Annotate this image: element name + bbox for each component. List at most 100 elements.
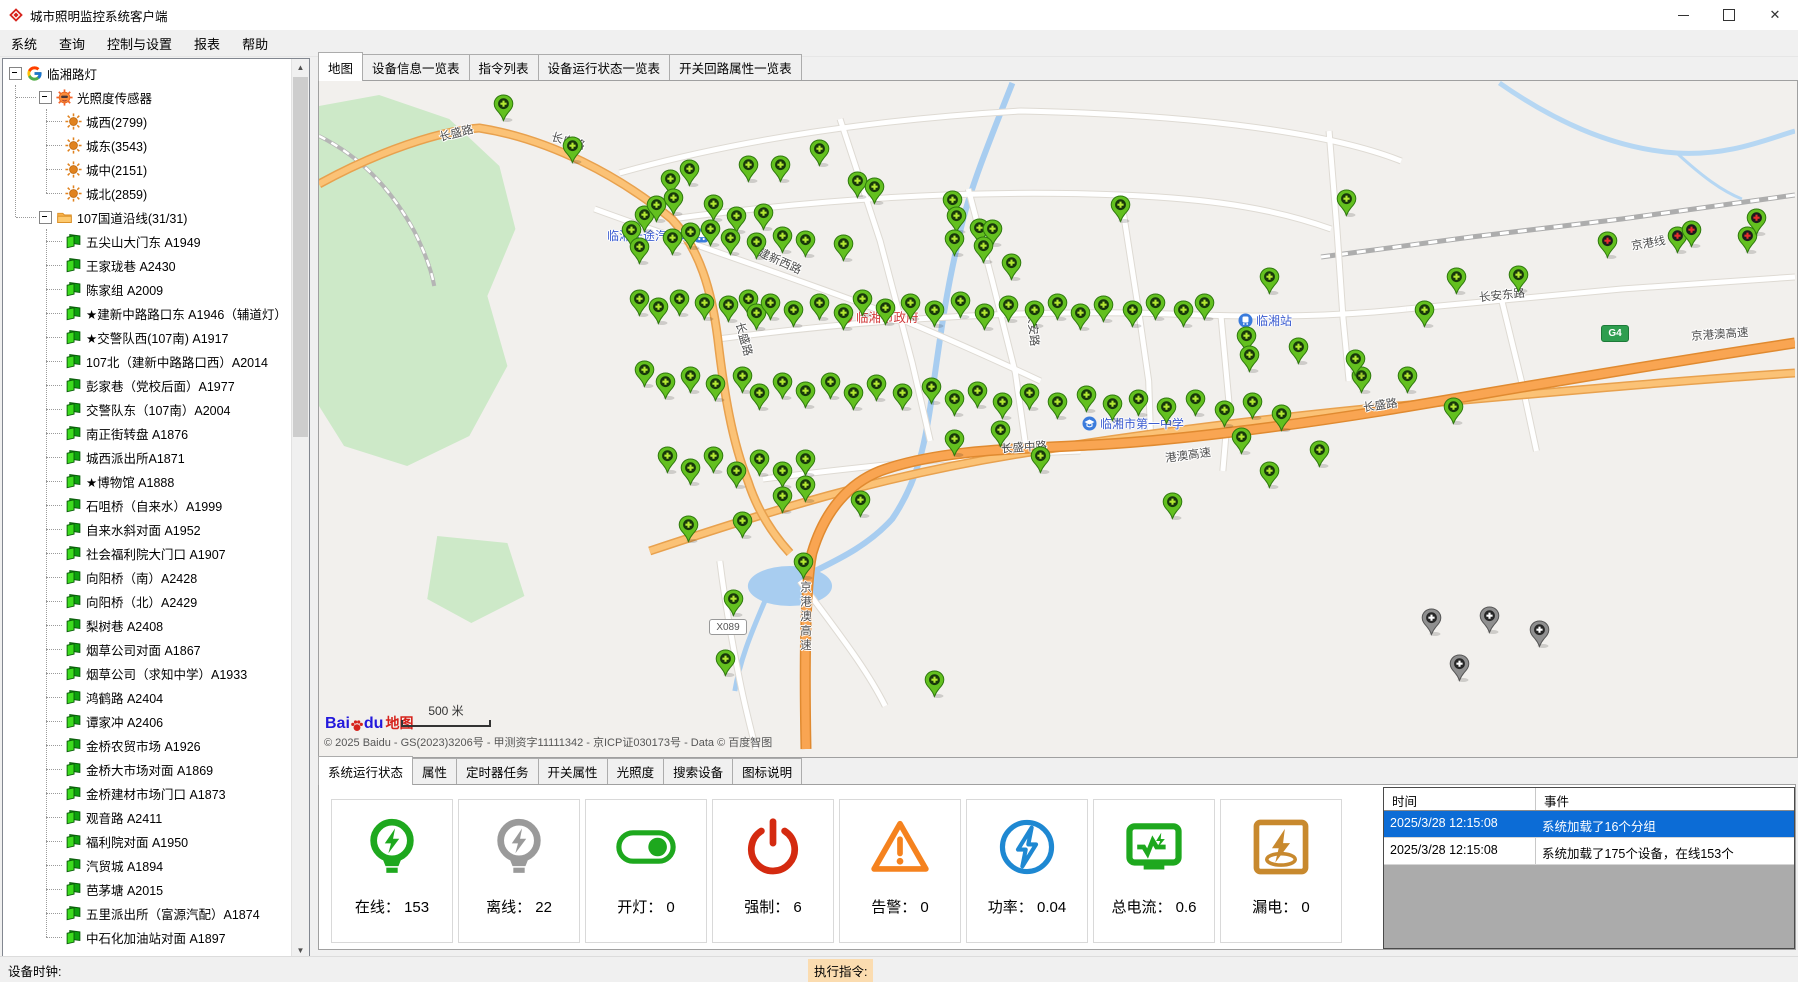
collapse-toggle-icon[interactable] [9,67,22,80]
tree-root-item[interactable]: 临湘路灯 [9,61,292,85]
map-pin-green[interactable] [1076,385,1097,413]
map-pin-green[interactable] [634,360,655,388]
tree-device-item[interactable]: 陈家组 A2009 [46,277,292,301]
map-pin-green[interactable] [680,458,701,486]
tree-device-item[interactable]: 汽贸城 A1894 [46,853,292,877]
tree-device-item[interactable]: 芭茅塘 A2015 [46,877,292,901]
map-pin-green[interactable] [944,429,965,457]
map-pin-gray[interactable] [1479,606,1500,634]
map-pin-green[interactable] [655,372,676,400]
map-pin-green[interactable] [973,236,994,264]
minimize-button[interactable] [1660,0,1706,30]
map-pin-green[interactable] [760,293,781,321]
map-pin-gray[interactable] [1529,620,1550,648]
tree-device-item[interactable]: 自来水斜对面 A1952 [46,517,292,541]
map-pin-green[interactable] [705,374,726,402]
map-pin-green[interactable] [1397,366,1418,394]
collapse-toggle-icon[interactable] [39,91,52,104]
map-pin-green[interactable] [900,293,921,321]
maximize-button[interactable] [1706,0,1752,30]
map-pin-green[interactable] [1271,404,1292,432]
map-pin-green[interactable] [793,552,814,580]
map-pin-green[interactable] [663,188,684,216]
map-pin-green[interactable] [1446,267,1467,295]
map-pin-green[interactable] [1030,446,1051,474]
map-pin-green[interactable] [974,303,995,331]
map-pin-green[interactable] [1214,400,1235,428]
map-tab-2[interactable]: 指令列表 [469,54,539,81]
map-pin-green[interactable] [723,589,744,617]
map-pin-green[interactable] [833,303,854,331]
map-pin-green[interactable] [1019,383,1040,411]
map-canvas[interactable]: 长盛路长白路建新西路长盛路长安路长盛中路长盛路长安东路京港线京港澳高速港澳高速京… [319,81,1795,755]
map-pin-green[interactable] [1259,267,1280,295]
map-pin-green[interactable] [679,159,700,187]
map-pin-green[interactable] [1070,303,1091,331]
tree-device-item[interactable]: ★建新中路路口东 A1946（辅道灯） [46,301,292,325]
map-pin-green[interactable] [820,372,841,400]
close-button[interactable]: ✕ [1752,0,1798,30]
map-pin-green[interactable] [562,136,583,164]
map-pin-green[interactable] [833,234,854,262]
map-tab-3[interactable]: 设备运行状态一览表 [538,54,671,81]
tree-device-item[interactable]: 石咀桥（自来水）A1999 [46,493,292,517]
map-pin-green[interactable] [770,155,791,183]
map-pin-green[interactable] [1288,337,1309,365]
tree-device-item[interactable]: 观音路 A2411 [46,805,292,829]
tree-device-item[interactable]: 福利院对面 A1950 [46,829,292,853]
map-pin-green[interactable] [1128,389,1149,417]
map-pin-green[interactable] [746,232,767,260]
map-pin-green[interactable] [924,670,945,698]
tree-device-item[interactable]: 金桥建材市场门口 A1873 [46,781,292,805]
bottom-tab-1[interactable]: 属性 [412,758,457,785]
map-pin-green[interactable] [1194,293,1215,321]
map-pin-green[interactable] [795,449,816,477]
event-log-row[interactable]: 2025/3/28 12:15:08系统加载了175个设备，在线153个 [1384,838,1794,865]
map-pin-green[interactable] [1001,253,1022,281]
map-pin-green[interactable] [772,372,793,400]
map-pin-green[interactable] [772,461,793,489]
map-pin-green[interactable] [809,293,830,321]
map-pin-green[interactable] [749,383,770,411]
map-pin-red-plus[interactable] [1681,220,1702,248]
map-pin-green[interactable] [1508,265,1529,293]
map-pin-green[interactable] [990,420,1011,448]
bottom-tab-4[interactable]: 光照度 [607,758,665,785]
tree-device-item[interactable]: 向阳桥（南）A2428 [46,565,292,589]
tree-device-item[interactable]: ★交警队西(107南) A1917 [46,325,292,349]
bottom-tab-2[interactable]: 定时器任务 [456,758,539,785]
map-pin-green[interactable] [680,366,701,394]
map-pin-green[interactable] [720,228,741,256]
tree-device-item[interactable]: 梨树巷 A2408 [46,613,292,637]
map-pin-green[interactable] [772,226,793,254]
scrollbar-thumb[interactable] [293,77,308,437]
map-pin-green[interactable] [875,298,896,326]
menu-item[interactable]: 查询 [48,30,96,57]
tree-device-item[interactable]: 城中(2151) [46,157,292,181]
map-tab-4[interactable]: 开关回路属性一览表 [669,54,802,81]
map-pin-green[interactable] [924,300,945,328]
tree-device-item[interactable]: 107北（建新中路路口西）A2014 [46,349,292,373]
tree-device-item[interactable]: 烟草公司对面 A1867 [46,637,292,661]
map-pin-green[interactable] [795,230,816,258]
map-pin-green[interactable] [753,203,774,231]
menu-item[interactable]: 报表 [183,30,231,57]
map-pin-green[interactable] [921,377,942,405]
map-pin-green[interactable] [1156,397,1177,425]
map-pin-green[interactable] [629,289,650,317]
map-pin-green[interactable] [1259,461,1280,489]
menu-item[interactable]: 控制与设置 [96,30,183,57]
tree-device-item[interactable]: 王家珑巷 A2430 [46,253,292,277]
map-pin-green[interactable] [738,155,759,183]
menu-item[interactable]: 系统 [0,30,48,57]
map-pin-gray[interactable] [1421,608,1442,636]
map-pin-green[interactable] [864,177,885,205]
scroll-up-icon[interactable]: ▲ [292,59,309,76]
map-pin-green[interactable] [715,649,736,677]
map-pin-gray[interactable] [1449,654,1470,682]
map-pin-green[interactable] [1093,295,1114,323]
column-time[interactable]: 时间 [1384,788,1536,810]
map-pin-green[interactable] [1145,293,1166,321]
tree-device-item[interactable]: 城西(2799) [46,109,292,133]
map-pin-green[interactable] [1047,392,1068,420]
